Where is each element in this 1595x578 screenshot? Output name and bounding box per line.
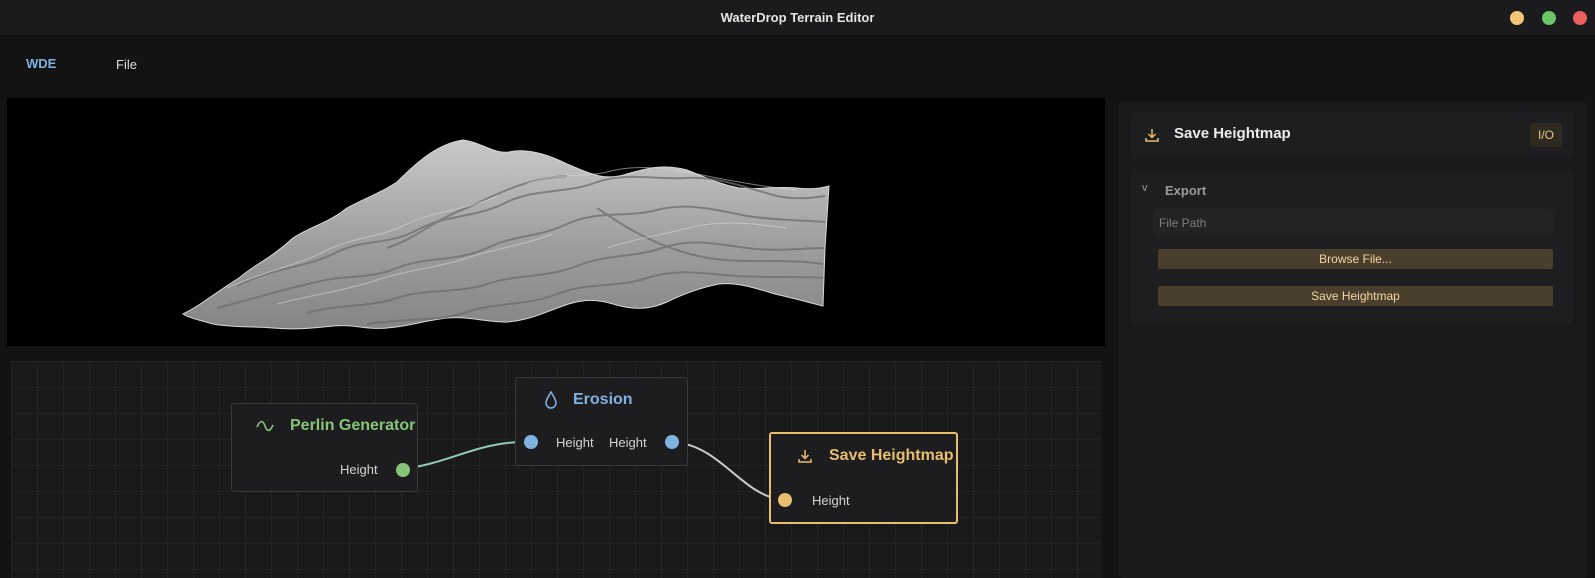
chevron-down-icon[interactable]: v (1142, 182, 1148, 194)
terrain-viewport[interactable] (7, 98, 1105, 346)
browse-file-button[interactable]: Browse File... (1158, 249, 1553, 269)
download-icon (1144, 127, 1160, 143)
category-badge: I/O (1530, 123, 1562, 147)
maximize-button[interactable] (1542, 11, 1556, 25)
terrain-mesh-render (182, 139, 830, 330)
close-button[interactable] (1573, 11, 1587, 25)
node-title: Erosion (573, 391, 633, 408)
port-label: Height (812, 493, 850, 508)
menu-bar: WDE File (0, 36, 1595, 94)
droplet-icon (544, 390, 558, 409)
output-port-height[interactable] (396, 463, 410, 477)
export-section: v Export File Path Browse File... Save H… (1131, 170, 1574, 323)
download-icon (797, 448, 813, 464)
file-menu[interactable]: File (116, 57, 137, 72)
inspector-header: Save Heightmap I/O (1131, 112, 1574, 158)
output-port-height[interactable] (665, 435, 679, 449)
title-bar: WaterDrop Terrain Editor (0, 0, 1595, 36)
window-title: WaterDrop Terrain Editor (720, 10, 875, 25)
inspector-panel: Save Heightmap I/O v Export File Path Br… (1119, 102, 1587, 578)
node-title: Save Heightmap (829, 447, 954, 464)
port-label: Height (556, 435, 594, 450)
port-label: Height (340, 462, 378, 477)
node-title: Perlin Generator (290, 417, 416, 434)
minimize-button[interactable] (1510, 11, 1524, 25)
inspector-title: Save Heightmap (1174, 125, 1291, 142)
section-title[interactable]: Export (1165, 183, 1206, 198)
file-path-input[interactable]: File Path (1153, 209, 1553, 237)
perlin-generator-node[interactable]: Perlin Generator Height (231, 403, 418, 492)
save-heightmap-node[interactable]: Save Heightmap Height (769, 432, 958, 524)
wave-icon (256, 419, 274, 433)
port-label: Height (609, 435, 647, 450)
input-port-height[interactable] (524, 435, 538, 449)
save-heightmap-button[interactable]: Save Heightmap (1158, 286, 1553, 306)
erosion-node[interactable]: Erosion Height Height (515, 377, 688, 466)
app-brand[interactable]: WDE (26, 56, 56, 71)
input-port-height[interactable] (778, 493, 792, 507)
